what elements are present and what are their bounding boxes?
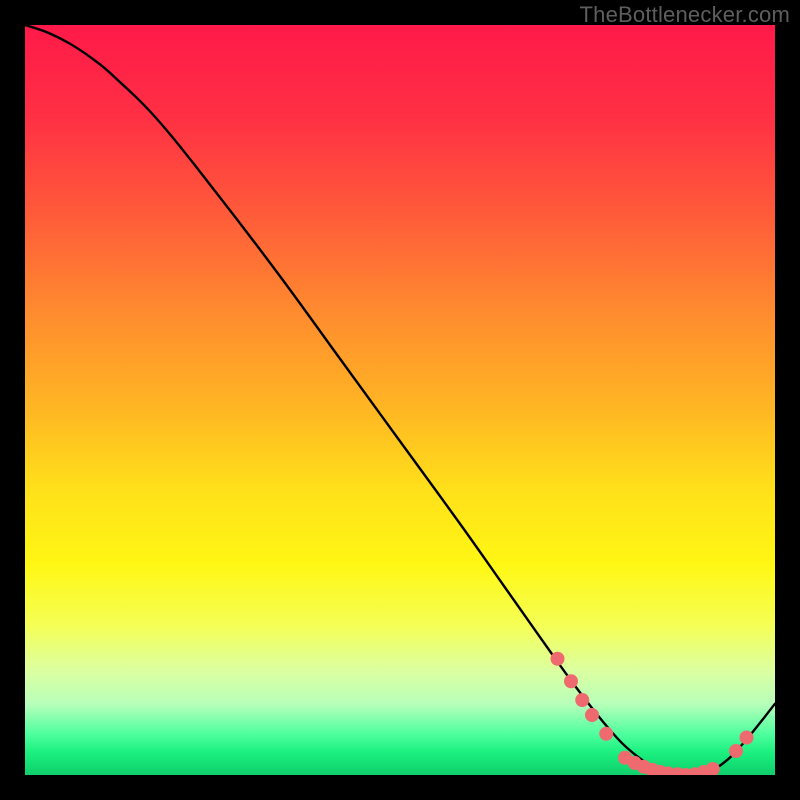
highlight-dot <box>575 693 589 707</box>
highlight-dot <box>740 731 754 745</box>
watermark-text: TheBottlenecker.com <box>580 2 790 28</box>
highlight-dot <box>599 727 613 741</box>
highlight-dot <box>551 652 565 666</box>
highlight-dot <box>564 674 578 688</box>
highlight-dot <box>729 744 743 758</box>
highlight-dot <box>706 762 720 776</box>
highlight-dot <box>585 708 599 722</box>
chart-container: TheBottlenecker.com <box>0 0 800 800</box>
gradient-background <box>25 25 775 775</box>
chart-svg <box>0 0 800 800</box>
